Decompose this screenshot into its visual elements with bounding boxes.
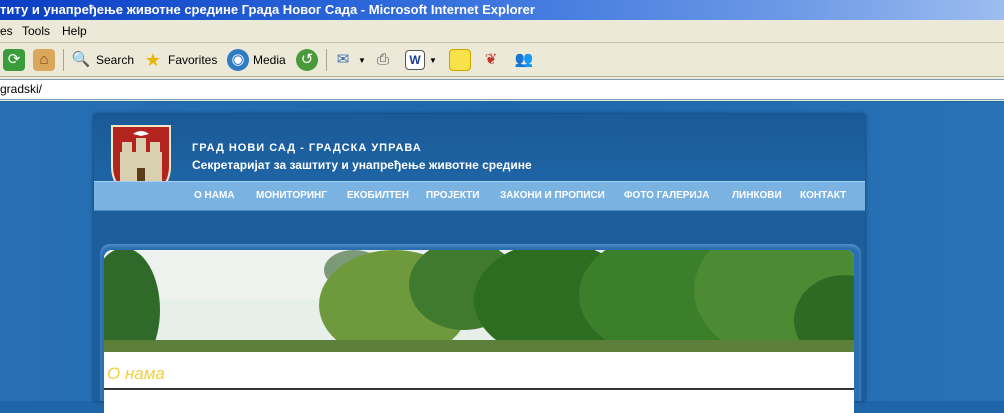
media-label: Media — [253, 53, 286, 67]
favorites-label: Favorites — [168, 53, 218, 67]
print-button[interactable]: ⎙ — [372, 48, 398, 72]
secretariat-name: Секретаријат за заштиту и унапређење жив… — [192, 158, 532, 172]
menu-item-edit[interactable]: es — [0, 20, 13, 42]
nav-item-photo-gallery[interactable]: ФОТО ГАЛЕРИЈА — [624, 182, 709, 210]
window-titlebar: титу и унапређење животне средине Града … — [0, 0, 1004, 20]
word-button[interactable]: W ▼ — [405, 48, 437, 72]
favorites-icon: ★ — [144, 50, 162, 70]
media-button[interactable]: ◉ Media — [227, 48, 286, 72]
search-button[interactable]: 🔍 Search — [70, 48, 134, 72]
heading-divider — [104, 388, 854, 390]
refresh-icon: ⟳ — [3, 49, 25, 71]
word-dropdown-icon: ▼ — [429, 55, 437, 65]
mail-icon: ✉ — [336, 51, 350, 68]
nav-item-about[interactable]: О НАМА — [194, 182, 235, 210]
note-button[interactable] — [449, 48, 475, 72]
refresh-button[interactable]: ⟳ — [3, 48, 29, 72]
page-area: ГРАД НОВИ САД - ГРАДСКА УПРАВА Секретари… — [0, 102, 1004, 413]
mail-dropdown-icon: ▼ — [358, 55, 366, 65]
header-photo-trees — [104, 250, 854, 352]
messenger-icon: ❦ — [484, 51, 498, 68]
window-title: титу и унапређење животне средине Града … — [0, 2, 535, 17]
menu-item-tools[interactable]: Tools — [22, 20, 50, 42]
nav-item-ecobulletin[interactable]: ЕКОБИЛТЕН — [347, 182, 409, 210]
site-header: ГРАД НОВИ САД - ГРАДСКА УПРАВА Секретари… — [94, 114, 865, 200]
site-nav: О НАМА МОНИТОРИНГ ЕКОБИЛТЕН ПРОЈЕКТИ ЗАК… — [94, 181, 865, 211]
nav-item-links[interactable]: ЛИНКОВИ — [732, 182, 782, 210]
page-title: О нама — [107, 364, 165, 383]
address-bar: gradski/ — [0, 77, 1004, 101]
nav-item-monitoring[interactable]: МОНИТОРИНГ — [256, 182, 327, 210]
toolbar-separator — [326, 49, 327, 71]
menu-item-help[interactable]: Help — [62, 20, 87, 42]
word-icon: W — [405, 50, 425, 70]
contacts-button[interactable]: 👥 — [513, 48, 539, 72]
media-icon: ◉ — [227, 49, 249, 71]
home-icon: ⌂ — [33, 49, 55, 71]
search-icon: 🔍 — [71, 51, 91, 68]
nav-item-contact[interactable]: КОНТАКТ — [800, 182, 846, 210]
mail-button[interactable]: ✉ ▼ — [332, 48, 366, 72]
toolbar: ⟳ ⌂ 🔍 Search ★ Favorites ◉ Media ↺ ✉ ▼ ⎙… — [0, 43, 1004, 77]
contacts-icon: 👥 — [514, 51, 534, 68]
history-button[interactable]: ↺ — [296, 48, 322, 72]
favorites-button[interactable]: ★ Favorites — [142, 48, 217, 72]
note-icon — [449, 49, 471, 71]
home-button[interactable]: ⌂ — [33, 48, 59, 72]
search-label: Search — [96, 53, 135, 67]
site-container: ГРАД НОВИ САД - ГРАДСКА УПРАВА Секретари… — [94, 114, 865, 413]
messenger-button[interactable]: ❦ — [480, 48, 506, 72]
print-icon: ⎙ — [376, 51, 389, 68]
nav-item-laws[interactable]: ЗАКОНИ И ПРОПИСИ — [500, 182, 605, 210]
nav-item-projects[interactable]: ПРОЈЕКТИ — [426, 182, 479, 210]
content-body — [104, 352, 854, 413]
toolbar-separator — [63, 49, 64, 71]
history-icon: ↺ — [296, 49, 318, 71]
menu-bar: es Tools Help — [0, 20, 1004, 43]
address-input[interactable]: gradski/ — [0, 79, 1004, 100]
organization-name: ГРАД НОВИ САД - ГРАДСКА УПРАВА — [192, 142, 422, 154]
